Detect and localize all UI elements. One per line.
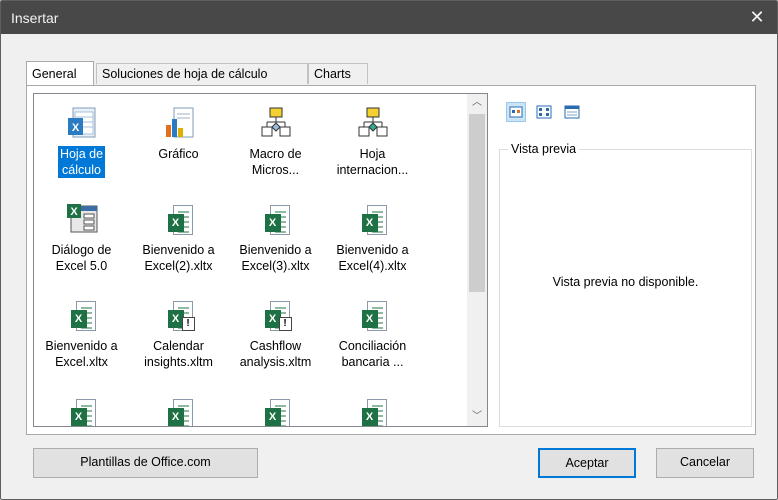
preview-group: Vista previa Vista previa no disponible. (499, 142, 752, 427)
macro-icon (259, 106, 293, 140)
excel-template-icon: X (162, 202, 196, 236)
item-label: Bienvenido a Excel(3).xltx (239, 243, 312, 273)
item-label: Macro de Micros... (249, 147, 302, 177)
list-view-icon[interactable] (534, 102, 554, 122)
list-item[interactable]: X Diálogo de Excel 5.0 (34, 202, 129, 274)
tab-spreadsheet-solutions[interactable]: Soluciones de hoja de cálculo (96, 63, 308, 84)
warning-icon: ! (278, 317, 292, 331)
template-list[interactable]: X Hoja de cálculo Gráfico Macro de Micro… (33, 93, 488, 427)
list-item[interactable]: X Hoja de cálculo (34, 106, 129, 178)
scroll-up-arrow-icon[interactable]: ︿ (467, 94, 487, 112)
accept-button[interactable]: Aceptar (538, 448, 636, 478)
excel-template-icon: X (65, 396, 99, 426)
item-label: Hoja de cálculo (57, 146, 106, 178)
list-item[interactable]: X Bienvenido a Excel(3).xltx (228, 202, 323, 274)
list-item[interactable]: Gráfico (131, 106, 226, 162)
details-view-icon[interactable] (562, 102, 582, 122)
list-item[interactable]: Hoja internacion... (325, 106, 420, 178)
warning-icon: ! (181, 317, 195, 331)
excel-template-icon: X (356, 396, 390, 426)
scroll-down-arrow-icon[interactable]: ﹀ (467, 408, 487, 426)
list-item[interactable]: X Bienvenido a Excel(2).xltx (131, 202, 226, 274)
tab-general[interactable]: General (26, 61, 94, 85)
list-item[interactable]: Macro de Micros... (228, 106, 323, 178)
list-item[interactable]: X ! Cashflow analysis.xltm (228, 298, 323, 370)
insert-dialog: Insertar ✕ General Soluciones de hoja de… (0, 0, 778, 500)
excel-template-icon: X (356, 298, 390, 332)
item-label: Gráfico (158, 147, 199, 161)
dialog-icon: X (65, 202, 99, 236)
item-label: Bienvenido a Excel(4).xltx (336, 243, 409, 273)
list-item[interactable]: X ! Calendar insights.xltm (131, 298, 226, 370)
vertical-scrollbar[interactable]: ︿ ﹀ (467, 94, 487, 426)
intl-macro-icon (356, 106, 390, 140)
item-label: Hoja internacion... (336, 147, 409, 177)
excel-template-icon: X (259, 202, 293, 236)
worksheet-icon: X (65, 106, 99, 140)
list-item[interactable]: X (228, 396, 323, 426)
list-item[interactable]: X Bienvenido a Excel(4).xltx (325, 202, 420, 274)
tab-charts[interactable]: Charts (308, 63, 368, 84)
office-templates-button[interactable]: Plantillas de Office.com (33, 448, 258, 478)
excel-template-icon: X (259, 396, 293, 426)
item-label: Diálogo de Excel 5.0 (51, 243, 112, 273)
list-item[interactable]: X Bienvenido a Excel.xltx (34, 298, 129, 370)
preview-message: Vista previa no disponible. (552, 275, 699, 289)
svg-text:X: X (71, 122, 79, 134)
svg-text:X: X (70, 206, 78, 218)
item-label: Cashflow analysis.xltm (239, 339, 312, 369)
item-label: Conciliación bancaria ... (338, 339, 407, 369)
close-button[interactable]: ✕ (737, 1, 777, 34)
excel-macro-template-icon: X ! (259, 298, 293, 332)
large-icons-view-icon[interactable] (506, 102, 526, 122)
list-item[interactable]: X Conciliación bancaria ... (325, 298, 420, 370)
excel-macro-template-icon: X ! (162, 298, 196, 332)
list-item[interactable]: X (131, 396, 226, 426)
list-item[interactable]: X (34, 396, 129, 426)
excel-template-icon: X (356, 202, 390, 236)
list-item[interactable]: X (325, 396, 420, 426)
window-title: Insertar (11, 10, 59, 26)
excel-template-icon: X (162, 396, 196, 426)
title-bar: Insertar ✕ (1, 1, 777, 34)
cancel-button[interactable]: Cancelar (656, 448, 754, 478)
scroll-thumb[interactable] (469, 114, 485, 292)
item-label: Bienvenido a Excel(2).xltx (142, 243, 215, 273)
excel-template-icon: X (65, 298, 99, 332)
preview-legend: Vista previa (508, 142, 580, 156)
item-label: Bienvenido a Excel.xltx (45, 339, 118, 369)
item-label: Calendar insights.xltm (144, 339, 213, 369)
chart-icon (162, 106, 196, 140)
